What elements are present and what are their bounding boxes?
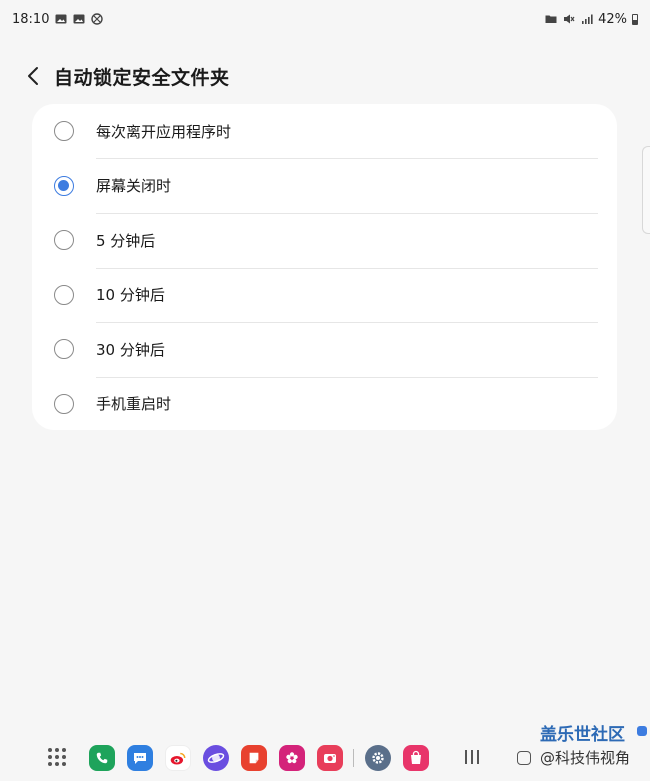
- option-row-30-min[interactable]: 30 分钟后: [32, 322, 617, 377]
- folder-icon: [544, 13, 557, 26]
- option-label: 30 分钟后: [96, 340, 165, 359]
- option-label: 10 分钟后: [96, 286, 165, 305]
- watermark-badge: [637, 726, 647, 736]
- radio-button[interactable]: [54, 393, 74, 414]
- no-disturb-icon: [90, 13, 103, 26]
- status-right: 42%: [544, 12, 638, 27]
- notes-app-icon[interactable]: [241, 745, 267, 771]
- phone-app-icon[interactable]: [89, 745, 115, 771]
- radio-button-selected[interactable]: [54, 175, 74, 196]
- radio-button[interactable]: [54, 121, 74, 142]
- signal-icon: [580, 13, 593, 26]
- home-button[interactable]: [517, 751, 531, 765]
- header: 自动锁定安全文件夹: [0, 58, 650, 94]
- option-row-restart[interactable]: 手机重启时: [32, 377, 617, 432]
- app-drawer-icon[interactable]: [46, 746, 68, 768]
- watermark-line1: 盖乐世社区: [540, 725, 625, 745]
- option-label: 每次离开应用程序时: [96, 122, 232, 141]
- messages-app-icon[interactable]: [127, 745, 153, 771]
- status-left: 18:10: [12, 12, 103, 27]
- option-row-5-min[interactable]: 5 分钟后: [32, 213, 617, 268]
- status-time: 18:10: [12, 11, 50, 27]
- radio-button[interactable]: [54, 230, 74, 251]
- settings-app-icon[interactable]: [365, 745, 391, 771]
- gallery-icon: [72, 13, 85, 26]
- option-label: 5 分钟后: [96, 231, 156, 250]
- edge-panel-handle[interactable]: [642, 146, 650, 234]
- option-row-screen-off[interactable]: 屏幕关闭时: [32, 159, 617, 214]
- radio-button[interactable]: [54, 339, 74, 360]
- status-bar: 18:10 42%: [0, 0, 650, 38]
- gallery-icon: [54, 13, 67, 26]
- watermark-line2: @科技伟视角: [540, 749, 631, 767]
- store-app-icon[interactable]: [403, 745, 429, 771]
- option-row-10-min[interactable]: 10 分钟后: [32, 268, 617, 323]
- option-label: 屏幕关闭时: [96, 177, 172, 196]
- battery-icon: [632, 13, 638, 25]
- recents-button[interactable]: [465, 750, 481, 766]
- watermark: 盖乐世社区 @科技伟视角: [540, 724, 645, 774]
- chevron-left-icon: [28, 67, 38, 85]
- option-label: 手机重启时: [96, 395, 172, 414]
- dock-separator: [353, 749, 354, 767]
- mute-icon: [562, 13, 575, 26]
- option-row-leave-app[interactable]: 每次离开应用程序时: [32, 104, 617, 159]
- internet-app-icon[interactable]: [203, 745, 229, 771]
- battery-percent: 42%: [598, 11, 627, 27]
- weibo-app-icon[interactable]: [165, 745, 191, 771]
- flower-app-icon[interactable]: [279, 745, 305, 771]
- radio-button[interactable]: [54, 284, 74, 305]
- back-button[interactable]: [14, 58, 54, 94]
- camera-app-icon[interactable]: [317, 745, 343, 771]
- options-card: 每次离开应用程序时 屏幕关闭时 5 分钟后 10 分钟后 30 分钟后 手机重启…: [32, 104, 617, 430]
- page-title: 自动锁定安全文件夹: [54, 66, 230, 89]
